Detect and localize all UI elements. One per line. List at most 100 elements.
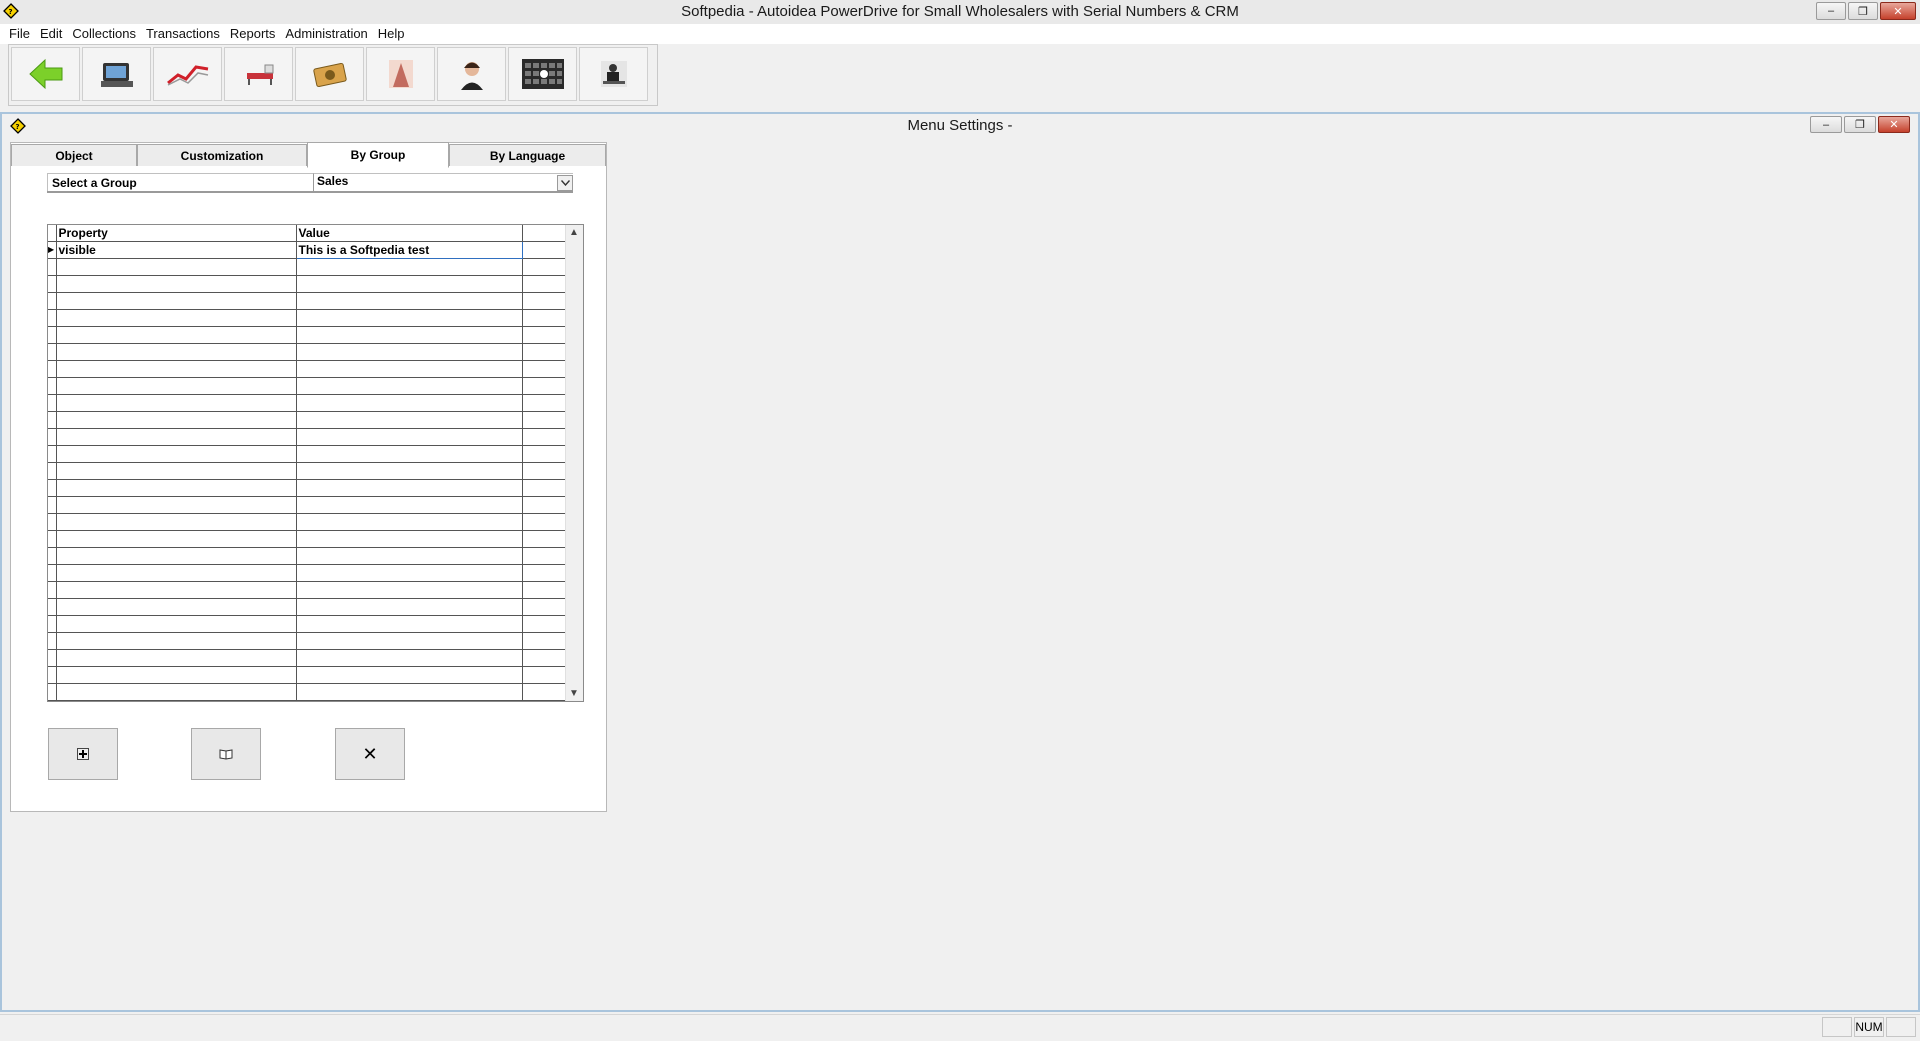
row-selector[interactable] <box>48 513 57 531</box>
row-selector[interactable] <box>48 683 57 701</box>
row-selector[interactable] <box>48 666 57 684</box>
cell-property[interactable] <box>56 394 297 412</box>
tab-object[interactable]: Object <box>11 144 137 166</box>
row-selector[interactable] <box>48 496 57 514</box>
table-row[interactable] <box>48 547 567 565</box>
cell-value[interactable] <box>296 530 523 548</box>
table-row[interactable] <box>48 445 567 463</box>
close-button[interactable]: ✕ <box>1880 2 1916 20</box>
cell-value[interactable] <box>296 615 523 633</box>
keyboard-button[interactable] <box>508 47 577 101</box>
table-row[interactable] <box>48 394 567 412</box>
cell-value[interactable] <box>296 649 523 667</box>
cell-value[interactable] <box>296 632 523 650</box>
child-restore-button[interactable]: ❐ <box>1844 116 1876 133</box>
cash-button[interactable] <box>295 47 364 101</box>
scroll-down-icon[interactable]: ▼ <box>569 688 579 699</box>
table-row[interactable] <box>48 360 567 378</box>
table-row[interactable] <box>48 292 567 310</box>
cell-value[interactable]: This is a Softpedia test <box>295 240 523 259</box>
row-selector[interactable] <box>48 394 57 412</box>
column-header-value[interactable]: Value <box>296 225 523 242</box>
cell-property[interactable] <box>56 292 297 310</box>
cell-value[interactable] <box>296 462 523 480</box>
row-selector[interactable] <box>48 615 57 633</box>
cell-property[interactable] <box>56 309 297 327</box>
row-selector[interactable] <box>48 343 57 361</box>
cell-property[interactable] <box>56 615 297 633</box>
cell-value[interactable] <box>296 309 523 327</box>
cell-property[interactable] <box>56 513 297 531</box>
cell-value[interactable] <box>296 598 523 616</box>
cell-value[interactable] <box>296 496 523 514</box>
row-selector[interactable] <box>48 377 57 395</box>
cell-property[interactable] <box>56 496 297 514</box>
table-row[interactable] <box>48 326 567 344</box>
cell-property[interactable] <box>56 598 297 616</box>
row-selector[interactable] <box>48 309 57 327</box>
menu-file[interactable]: File <box>4 24 35 44</box>
cell-value[interactable] <box>296 275 523 293</box>
table-row[interactable] <box>48 530 567 548</box>
pos-button[interactable] <box>82 47 151 101</box>
table-row[interactable] <box>48 581 567 599</box>
table-row[interactable] <box>48 564 567 582</box>
cell-value[interactable] <box>296 326 523 344</box>
open-button[interactable] <box>191 728 261 780</box>
tab-customization[interactable]: Customization <box>137 144 307 166</box>
row-selector[interactable] <box>48 326 57 344</box>
cell-value[interactable] <box>296 666 523 684</box>
menu-transactions[interactable]: Transactions <box>141 24 225 44</box>
row-selector[interactable] <box>48 564 57 582</box>
support-button[interactable] <box>437 47 506 101</box>
row-selector[interactable] <box>48 530 57 548</box>
table-row[interactable] <box>48 275 567 293</box>
sales-button[interactable] <box>153 47 222 101</box>
cell-property[interactable] <box>56 445 297 463</box>
cell-value[interactable] <box>296 479 523 497</box>
column-header-property[interactable]: Property <box>56 225 297 242</box>
scroll-up-icon[interactable]: ▲ <box>569 227 579 238</box>
table-row[interactable] <box>48 343 567 361</box>
row-selector[interactable] <box>48 581 57 599</box>
cell-property[interactable] <box>56 564 297 582</box>
table-row[interactable]: ▶ visible This is a Softpedia test <box>48 240 567 259</box>
restore-button[interactable]: ❐ <box>1848 2 1878 20</box>
table-row[interactable] <box>48 258 567 276</box>
table-row[interactable] <box>48 666 567 684</box>
cell-property[interactable] <box>56 377 297 395</box>
table-row[interactable] <box>48 513 567 531</box>
chevron-down-icon[interactable] <box>557 175 573 191</box>
tab-by-group[interactable]: By Group <box>307 142 449 168</box>
cell-property[interactable] <box>56 343 297 361</box>
row-selector[interactable] <box>48 428 57 446</box>
cell-value[interactable] <box>296 377 523 395</box>
menu-help[interactable]: Help <box>373 24 410 44</box>
grid-scrollbar[interactable]: ▲ ▼ <box>565 225 583 701</box>
row-selector[interactable] <box>48 258 57 276</box>
table-row[interactable] <box>48 428 567 446</box>
cell-value[interactable] <box>296 564 523 582</box>
child-minimize-button[interactable]: – <box>1810 116 1842 133</box>
cell-property[interactable] <box>56 411 297 429</box>
cell-property[interactable] <box>56 479 297 497</box>
cell-value[interactable] <box>296 581 523 599</box>
tab-by-language[interactable]: By Language <box>449 144 606 166</box>
menu-administration[interactable]: Administration <box>280 24 372 44</box>
office-button[interactable] <box>579 47 648 101</box>
customers-button[interactable] <box>366 47 435 101</box>
property-grid[interactable]: Property Value ▶ visible This is a Softp… <box>47 224 584 702</box>
row-selector[interactable] <box>48 462 57 480</box>
table-row[interactable] <box>48 632 567 650</box>
cell-value[interactable] <box>296 343 523 361</box>
group-select[interactable]: Sales <box>314 173 573 191</box>
child-close-button[interactable]: ✕ <box>1878 116 1910 133</box>
cell-property[interactable] <box>56 462 297 480</box>
cell-property[interactable] <box>56 581 297 599</box>
table-row[interactable] <box>48 496 567 514</box>
table-row[interactable] <box>48 649 567 667</box>
row-selector[interactable] <box>48 445 57 463</box>
cell-property[interactable] <box>56 666 297 684</box>
cell-property[interactable] <box>56 530 297 548</box>
table-row[interactable] <box>48 479 567 497</box>
